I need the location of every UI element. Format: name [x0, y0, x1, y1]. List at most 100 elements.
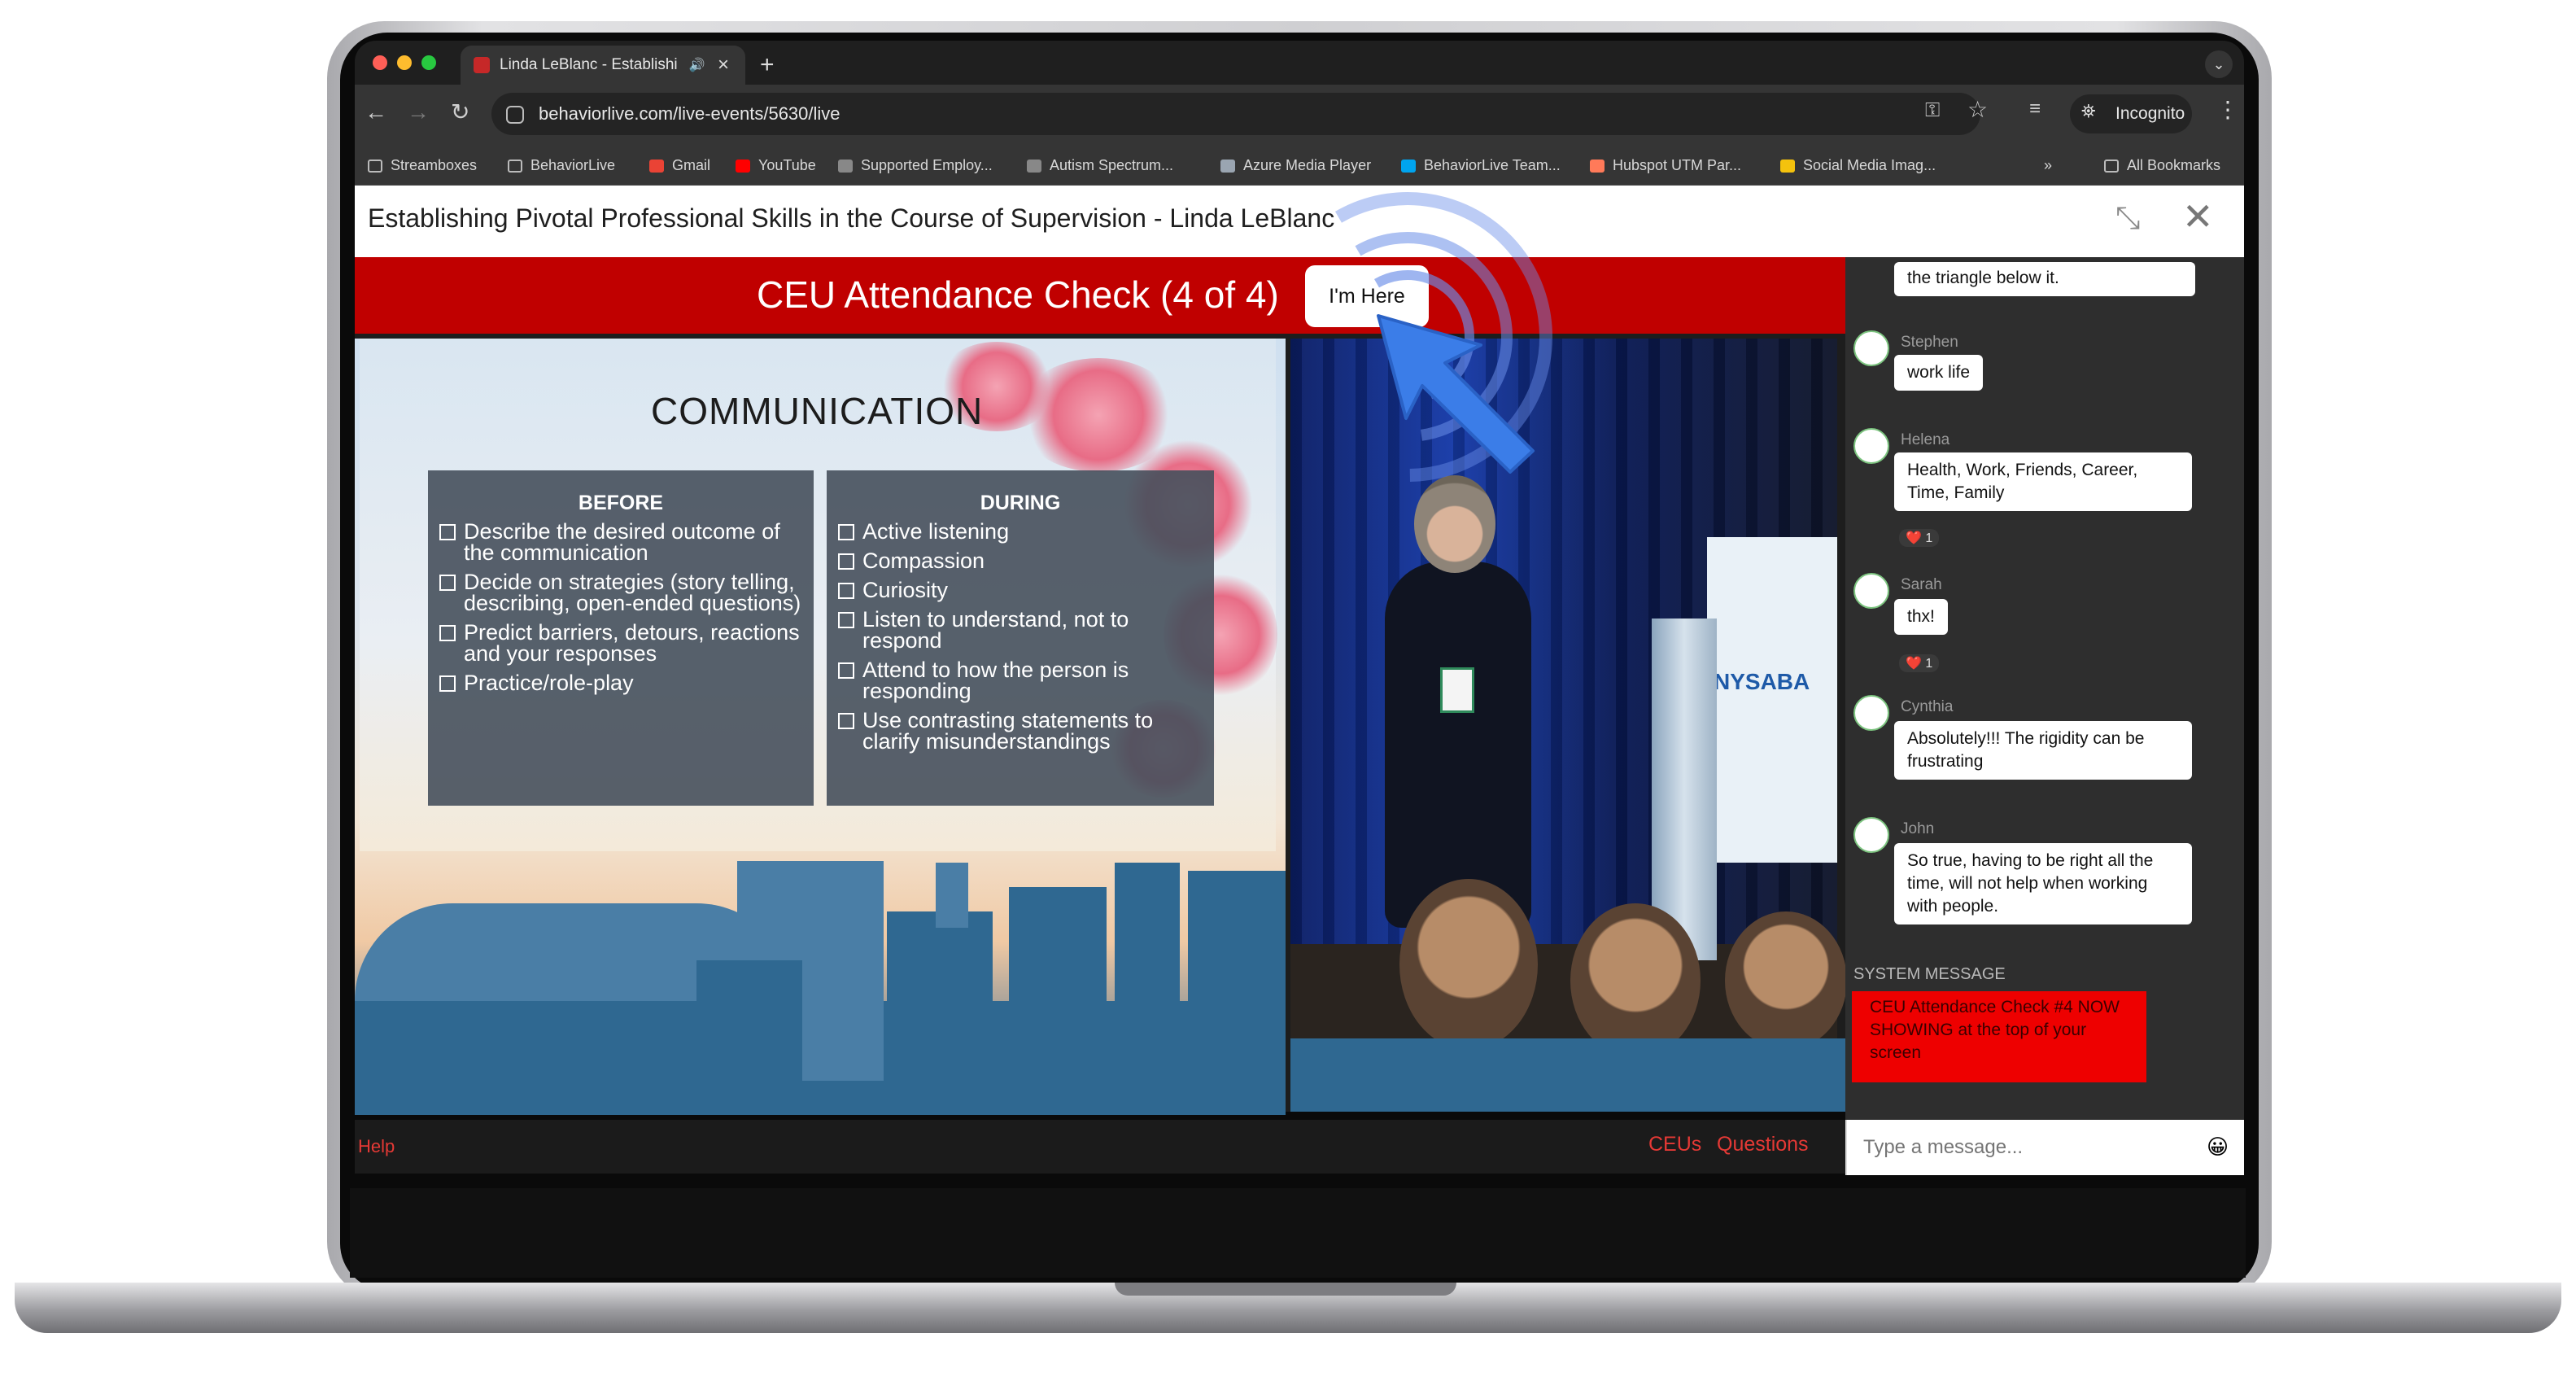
- checklist-item: Predict barriers, detours, reactions and…: [438, 622, 806, 665]
- bookmark-label: Gmail: [672, 157, 711, 173]
- slide-heading: COMMUNICATION: [651, 390, 984, 432]
- page-icon: [1027, 160, 1041, 173]
- key-icon[interactable]: ⚿: [1925, 99, 1940, 122]
- chat-message-bubble: thx!: [1894, 599, 1948, 635]
- laptop-notch: [1115, 1283, 1456, 1296]
- youtube-icon: [736, 160, 750, 173]
- window-close-dot[interactable]: [373, 55, 387, 70]
- bookmark-item[interactable]: Gmail: [649, 145, 710, 186]
- chat-message-input[interactable]: [1863, 1131, 2189, 1164]
- browser-tab[interactable]: Linda LeBlanc - Establishi 🔊: [461, 46, 745, 85]
- questions-link[interactable]: Questions: [1717, 1133, 1809, 1156]
- bookmark-label: Social Media Imag...: [1803, 157, 1936, 173]
- bookmark-label: Supported Employ...: [861, 157, 993, 173]
- audience-member: [1725, 911, 1847, 1050]
- chat-message-text: Health, Work, Friends, Career, Time, Fam…: [1907, 461, 2138, 502]
- system-message-text: CEU Attendance Check #4 NOW SHOWING at t…: [1870, 998, 2120, 1062]
- azure-icon: [1220, 160, 1235, 173]
- reload-icon[interactable]: ↻: [451, 96, 469, 129]
- skyline-tower: [936, 863, 968, 928]
- chat-message-bubble: Health, Work, Friends, Career, Time, Fam…: [1894, 452, 2192, 511]
- attendance-text: CEU Attendance Check (4 of 4): [757, 273, 1279, 316]
- heart-reaction[interactable]: ❤️ 1: [1899, 529, 1940, 547]
- during-box: DURING Active listening Compassion Curiosi…: [827, 470, 1214, 806]
- bookmark-label: Hubspot UTM Par...: [1613, 157, 1742, 173]
- bookmark-item[interactable]: Social Media Imag...: [1780, 145, 1936, 186]
- menu-kebab-icon[interactable]: ⋮: [2216, 96, 2239, 123]
- help-link[interactable]: Help: [358, 1136, 395, 1157]
- skyline-building: [1188, 871, 1286, 1115]
- chat-message-text: Absolutely!!! The rigidity can be frustr…: [1907, 729, 2145, 771]
- avatar: [1853, 817, 1889, 853]
- bookmark-label: Autism Spectrum...: [1050, 157, 1174, 173]
- checklist-item: Listen to understand, not to respond: [836, 609, 1206, 652]
- back-arrow-icon[interactable]: ←: [365, 96, 387, 129]
- star-icon[interactable]: ☆: [1967, 96, 1988, 123]
- avatar: [1853, 330, 1889, 366]
- audience-member: [1399, 879, 1538, 1050]
- speaker-icon: 🔊: [688, 59, 705, 72]
- media-control-icon[interactable]: ≡: [2029, 98, 2041, 120]
- audience-member: [1570, 903, 1701, 1058]
- close-icon[interactable]: ✕: [2182, 195, 2214, 238]
- folder-icon: [508, 160, 522, 173]
- bookmark-item[interactable]: Supported Employ...: [838, 145, 993, 186]
- chat-username: Stephen: [1901, 334, 1958, 351]
- tab-close-icon[interactable]: ×: [718, 47, 729, 83]
- site-info-icon[interactable]: [506, 106, 524, 124]
- avatar: [1853, 428, 1889, 464]
- skyline-base: [1290, 1038, 1845, 1112]
- laptop-screen-bottom: [350, 1188, 2246, 1278]
- chat-message-text: So true, having to be right all the time…: [1907, 851, 2154, 916]
- heart-reaction[interactable]: ❤️ 1: [1899, 654, 1940, 672]
- before-list: Describe the desired outcome of the comm…: [428, 518, 814, 694]
- ceus-link[interactable]: CEUs: [1648, 1133, 1701, 1156]
- during-list: Active listening Compassion Curiosity Liste…: [827, 518, 1214, 753]
- page-title: Establishing Pivotal Professional Skills…: [368, 203, 1335, 233]
- chat-username: Cynthia: [1901, 698, 1954, 715]
- address-url[interactable]: behaviorlive.com/live-events/5630/live: [539, 93, 840, 135]
- chat-message-text: the triangle below it.: [1907, 269, 2059, 287]
- tab-favicon-icon: [474, 57, 490, 73]
- avatar: [1853, 695, 1889, 731]
- page-icon: [838, 160, 853, 173]
- bulb-icon: [1780, 160, 1795, 173]
- player-bottom-bar: [355, 1120, 1845, 1174]
- pointer-arrow-icon: [1377, 314, 1535, 474]
- skyline-building: [1009, 887, 1107, 1115]
- screenshot-stage: Linda LeBlanc - Establishi 🔊 × + ⌄ ← → ↻ …: [0, 0, 2576, 1390]
- nysaba-logo: NYSABA: [1714, 669, 1810, 694]
- chat-message-bubble: Absolutely!!! The rigidity can be frustr…: [1894, 721, 2192, 780]
- forward-arrow-icon[interactable]: →: [407, 96, 430, 129]
- chat-username: Sarah: [1901, 576, 1942, 593]
- checklist-item: Attend to how the person is responding: [836, 659, 1206, 702]
- bookmark-item[interactable]: YouTube: [736, 145, 816, 186]
- tab-search-chevron-icon[interactable]: ⌄: [2205, 50, 2233, 78]
- emoji-icon[interactable]: 😀: [2207, 1134, 2229, 1160]
- incognito-label: Incognito: [2115, 104, 2185, 123]
- incognito-icon: ⛯: [2081, 101, 2096, 121]
- skyline-building: [1115, 863, 1180, 1115]
- window-maximize-dot[interactable]: [421, 55, 436, 70]
- folder-icon: [368, 160, 382, 173]
- system-message-label: SYSTEM MESSAGE: [1853, 965, 2006, 983]
- during-title: DURING: [980, 492, 1061, 514]
- bookmark-item[interactable]: Hubspot UTM Par...: [1590, 145, 1741, 186]
- skyline-building: [696, 960, 802, 1115]
- new-tab-icon[interactable]: +: [760, 47, 775, 83]
- all-bookmarks[interactable]: All Bookmarks: [2104, 145, 2220, 186]
- checklist-item: Practice/role-play: [438, 672, 806, 694]
- chat-username: John: [1901, 820, 1935, 837]
- bookmark-item[interactable]: BehaviorLive: [508, 145, 615, 186]
- chat-message-text: work life: [1907, 363, 1971, 382]
- window-minimize-dot[interactable]: [397, 55, 412, 70]
- speaker-badge: [1440, 667, 1474, 713]
- hubspot-icon: [1590, 160, 1605, 173]
- tab-title: Linda LeBlanc - Establishi: [500, 56, 678, 73]
- exit-fullscreen-icon[interactable]: ⤡: [2115, 202, 2140, 234]
- checklist-item: Use contrasting statements to clarify mi…: [836, 710, 1206, 753]
- bookmark-item[interactable]: Streamboxes: [368, 145, 477, 186]
- bookmarks-overflow-icon[interactable]: »: [2044, 145, 2052, 186]
- bookmark-label: BehaviorLive: [530, 157, 616, 173]
- bookmark-item[interactable]: Autism Spectrum...: [1027, 145, 1173, 186]
